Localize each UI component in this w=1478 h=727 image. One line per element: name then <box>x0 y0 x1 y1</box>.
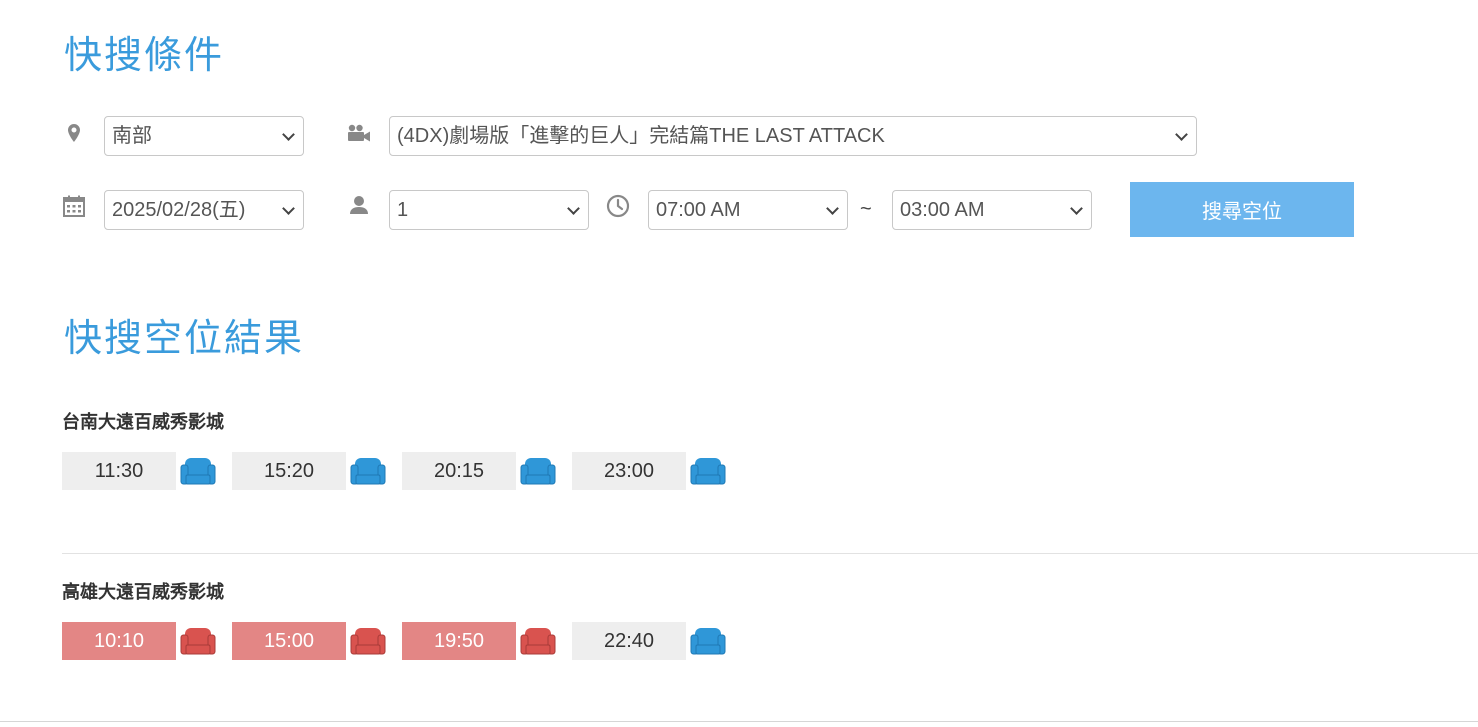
cinema-name: 台南大遠百威秀影城 <box>62 412 224 433</box>
seat-full-icon <box>520 626 556 655</box>
person-icon <box>348 194 370 218</box>
showtime-button-full[interactable]: 19:50 <box>402 622 516 660</box>
cinema-name: 高雄大遠百威秀影城 <box>62 582 224 603</box>
map-pin-icon <box>62 122 86 146</box>
showtime-slot[interactable]: 20:15 <box>402 452 572 490</box>
end-time-select[interactable]: 03:00 AM <box>892 190 1092 230</box>
search-results-title: 快搜空位結果 <box>64 316 305 360</box>
showtime-slot[interactable]: 22:40 <box>572 622 742 660</box>
showtime-slot[interactable]: 11:30 <box>62 452 232 490</box>
search-seats-button[interactable]: 搜尋空位 <box>1130 182 1354 237</box>
seat-full-icon <box>180 626 216 655</box>
seat-icon <box>520 456 556 485</box>
showtime-button[interactable]: 22:40 <box>572 622 686 660</box>
clock-icon <box>606 194 630 218</box>
ticket-count-select[interactable]: 1 <box>389 190 589 230</box>
date-select[interactable]: 2025/02/28(五) <box>104 190 304 230</box>
seat-icon <box>690 456 726 485</box>
showtime-button-full[interactable]: 10:10 <box>62 622 176 660</box>
bottom-divider <box>0 721 1478 722</box>
showtime-slot[interactable]: 15:00 <box>232 622 402 660</box>
start-time-select[interactable]: 07:00 AM <box>648 190 848 230</box>
seat-icon <box>350 456 386 485</box>
movie-select[interactable]: (4DX)劇場版「進擊的巨人」完結篇THE LAST ATTACK <box>389 116 1197 156</box>
search-conditions-title: 快搜條件 <box>64 33 225 77</box>
showtime-button[interactable]: 11:30 <box>62 452 176 490</box>
calendar-icon <box>62 194 86 218</box>
time-range-separator: ~ <box>860 198 872 220</box>
showtime-slot[interactable]: 23:00 <box>572 452 742 490</box>
showtime-slot[interactable]: 15:20 <box>232 452 402 490</box>
showtime-button[interactable]: 23:00 <box>572 452 686 490</box>
seat-icon <box>690 626 726 655</box>
seat-icon <box>180 456 216 485</box>
movie-camera-icon <box>346 122 372 146</box>
region-select[interactable]: 南部 <box>104 116 304 156</box>
showtime-slot[interactable]: 10:10 <box>62 622 232 660</box>
showtime-button[interactable]: 20:15 <box>402 452 516 490</box>
seat-full-icon <box>350 626 386 655</box>
showtime-slot[interactable]: 19:50 <box>402 622 572 660</box>
showtime-button[interactable]: 15:20 <box>232 452 346 490</box>
cinema-divider <box>62 553 1478 554</box>
showtime-button-full[interactable]: 15:00 <box>232 622 346 660</box>
